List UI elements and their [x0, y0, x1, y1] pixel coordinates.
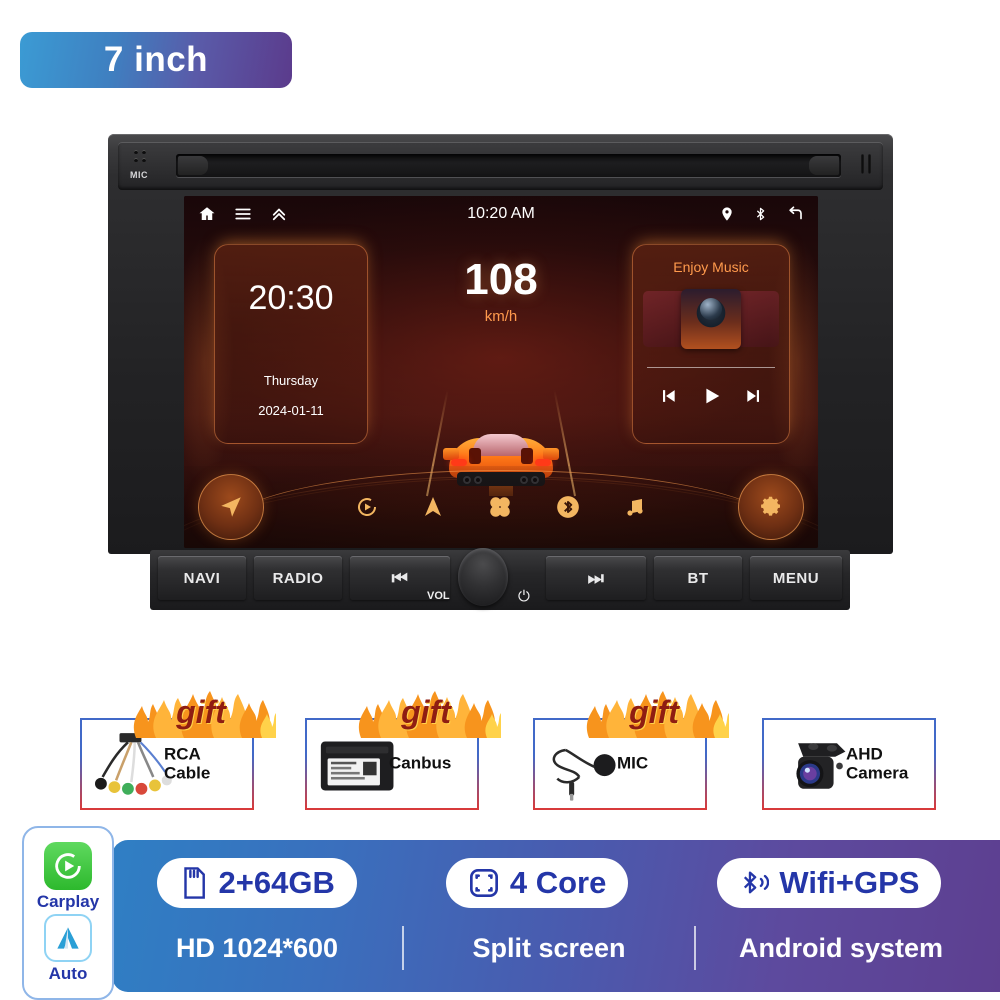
gift-card-inner: RCA Cable [82, 720, 252, 808]
car-taillight-left [451, 459, 467, 466]
dock-settings-button[interactable] [738, 474, 804, 540]
music-note-icon[interactable] [623, 494, 647, 520]
head-unit-body: MIC 10:20 AM 20:30 Thursday 2024-01-11 1… [108, 134, 893, 554]
android-auto-icon [44, 914, 92, 962]
mic-holes-icon [132, 150, 152, 168]
next-track-button[interactable]: ⏭ [546, 556, 646, 600]
navi-button[interactable]: NAVI [158, 556, 246, 600]
apps-icon[interactable] [487, 494, 513, 520]
spec-pills: 2+64GB 4 Core Wifi+GPS [112, 858, 986, 908]
gift-label-rca: RCA Cable [164, 744, 211, 782]
physical-button-panel: NAVI RADIO ⏮ VOL ⏻ ⏭ BT MENU [150, 548, 850, 610]
previous-track-icon[interactable] [658, 386, 678, 406]
carplay-label: Carplay [36, 892, 100, 911]
chevron-up-double-icon[interactable] [270, 205, 288, 223]
music-progress-bar[interactable] [647, 367, 775, 368]
clock-date: 2024-01-11 [258, 403, 324, 418]
location-pin-icon[interactable] [719, 205, 735, 223]
slot-tab-left [178, 156, 208, 175]
gift-card-mic: MIC gift [533, 691, 735, 810]
car-vent-left [469, 448, 481, 464]
music-widget[interactable]: Enjoy Music [632, 244, 790, 444]
bluetooth-icon[interactable] [753, 205, 768, 223]
spec-pill-wifi: Wifi+GPS [717, 858, 942, 908]
gifts-row: RCA Cable gift Canbus gift MIC gift AHD … [0, 691, 1000, 810]
gift-card-inner: AHD Camera [764, 720, 934, 808]
radio-button[interactable]: RADIO [254, 556, 342, 600]
spec-pill-storage-label: 2+64GB [218, 865, 335, 900]
carplay-icon[interactable] [355, 495, 379, 519]
gift-label-canbus: Canbus [389, 753, 452, 773]
spec-pill-core: 4 Core [445, 858, 629, 908]
spec-pill-wifi-label: Wifi+GPS [779, 865, 920, 900]
vol-label: VOL [427, 590, 450, 602]
sd-card-icon [183, 867, 205, 899]
spec-pill-storage: 2+64GB [156, 858, 357, 908]
bluetooth-icon[interactable] [555, 494, 581, 520]
mic-label: MIC [130, 170, 148, 180]
bluetooth-wifi-icon [744, 871, 770, 894]
dock-items [334, 466, 668, 548]
status-bar: 10:20 AM [184, 196, 818, 232]
album-art-current [681, 289, 741, 349]
size-badge-label: 7 inch [103, 40, 209, 79]
product-image: 7 inch MIC 10:20 AM 20:30 Thursday 2024-… [0, 0, 1000, 1000]
vent-icon [859, 154, 875, 174]
split-screen-icon [469, 869, 498, 897]
gift-card-rca: RCA Cable gift [80, 691, 282, 810]
gift-label-camera: AHD Camera [846, 744, 909, 782]
carplay-icon [44, 842, 92, 890]
spec-subtitles: HD 1024*600 Split screen Android system [112, 926, 986, 970]
gift-card-canbus: Canbus gift [305, 691, 507, 810]
clock-day: Thursday [263, 373, 319, 388]
touchscreen[interactable]: 10:20 AM 20:30 Thursday 2024-01-11 108 k… [184, 196, 818, 548]
slot-tab-right [809, 156, 839, 175]
car-taillight-right [535, 459, 551, 466]
spec-sub-android: Android system [738, 932, 944, 963]
menu-button[interactable]: MENU [750, 556, 842, 600]
back-arrow-icon[interactable] [786, 205, 804, 223]
disc-slot[interactable] [176, 154, 841, 177]
gift-card-camera: AHD Camera [762, 718, 936, 810]
gift-card-inner: MIC [535, 720, 705, 808]
carplay-auto-badge: Carplay Auto [22, 826, 114, 1000]
navigation-icon[interactable] [421, 494, 445, 520]
settings-gear-icon [758, 494, 784, 520]
album-carousel [633, 285, 789, 353]
spec-sub-splitscreen: Split screen [472, 932, 626, 963]
play-icon[interactable] [700, 385, 722, 407]
navigation-arrow-icon [218, 494, 244, 520]
gift-card-inner: Canbus [307, 720, 477, 808]
power-icon[interactable]: ⏻ [518, 588, 530, 605]
bt-button[interactable]: BT [654, 556, 742, 600]
spec-sub-resolution: HD 1024*600 [175, 932, 339, 963]
top-bezel: MIC [118, 142, 883, 190]
spec-pill-core-label: 4 Core [509, 865, 607, 900]
size-badge: 7 inch [20, 32, 292, 88]
music-controls [633, 385, 789, 407]
dock-navigation-button[interactable] [198, 474, 264, 540]
spec-bar: 2+64GB 4 Core Wifi+GPS HD 1024*600 Split… [112, 840, 1000, 992]
music-widget-title: Enjoy Music [673, 259, 749, 275]
car-vent-right [521, 448, 533, 464]
head-unit: MIC 10:20 AM 20:30 Thursday 2024-01-11 1… [108, 134, 893, 634]
menu-icon[interactable] [234, 205, 252, 223]
home-icon[interactable] [198, 205, 216, 223]
app-dock [184, 466, 818, 548]
next-track-icon[interactable] [744, 386, 764, 406]
gift-label-mic: MIC [617, 753, 649, 773]
volume-knob[interactable] [458, 548, 508, 606]
android-auto-label: Auto [48, 964, 88, 983]
